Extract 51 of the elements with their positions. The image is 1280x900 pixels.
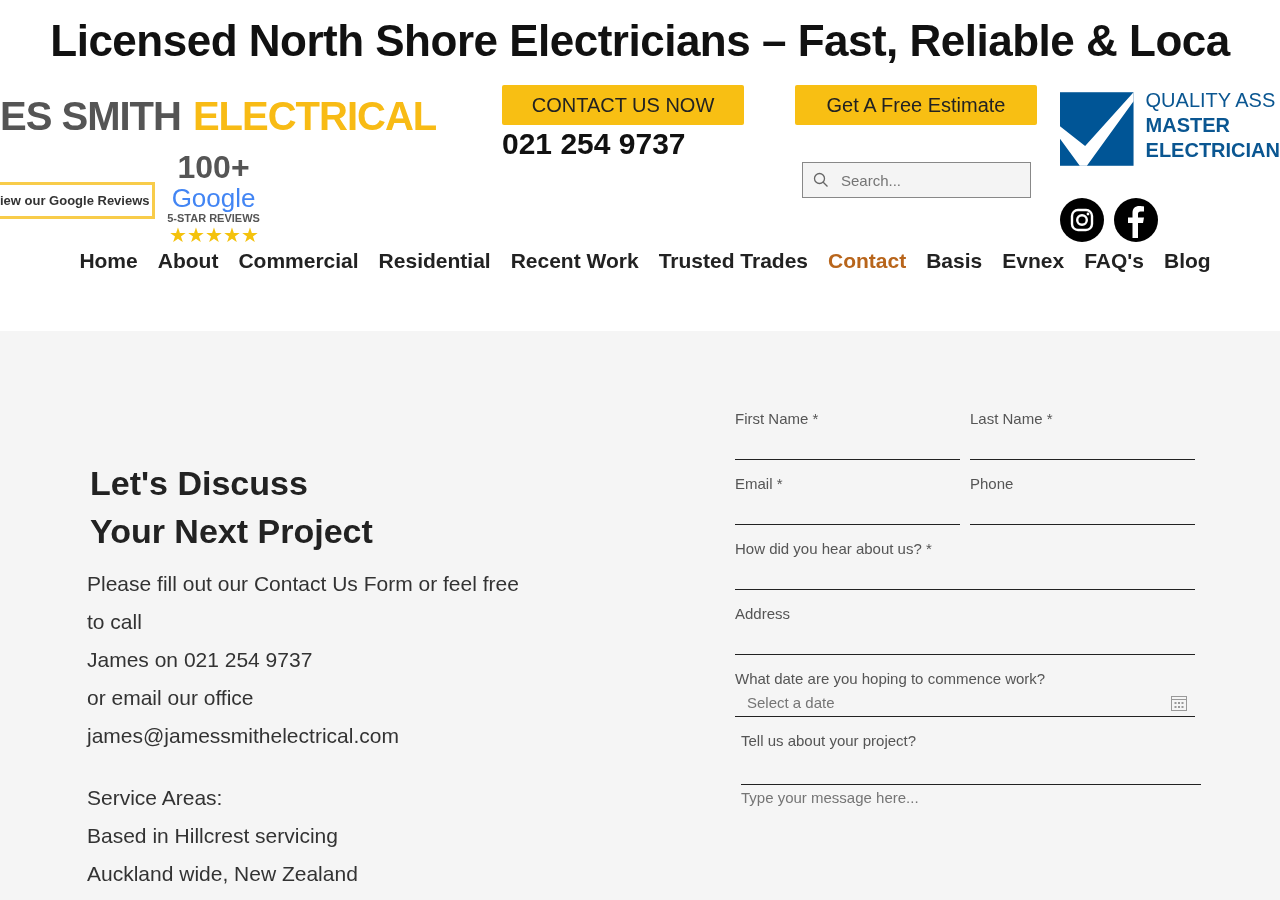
star-icon: ★ [168, 224, 187, 246]
nav-link[interactable]: Trusted Trades [658, 249, 809, 273]
instagram-icon[interactable] [1060, 198, 1104, 242]
field-label: Phone [970, 474, 1015, 494]
contact-text: james@jamessmithelectrical.com [87, 723, 400, 749]
nav-link[interactable]: FAQ's [1084, 249, 1144, 273]
nav-link[interactable]: Evnex [1002, 249, 1065, 273]
field-label: Tell us about your project? [741, 731, 918, 751]
nav-link[interactable]: Contact [828, 249, 907, 273]
nav-link[interactable]: Residential [378, 249, 491, 273]
contact-text: James on 021 254 9737 [87, 647, 314, 673]
nav-link[interactable]: Commercial [238, 249, 359, 273]
nav-link[interactable]: Recent Work [510, 249, 639, 273]
search-field[interactable]: Search... [802, 162, 1031, 198]
service-area-text: Service Areas: [87, 785, 224, 811]
service-area-text: Based in Hillcrest servicing [87, 823, 339, 849]
contact-text: Please fill out our Contact Us Form or feel free to call [87, 571, 520, 635]
star-icon: ★ [222, 224, 241, 246]
field-label: How did you hear about us? * [735, 539, 933, 559]
google-reviews-button[interactable]: iew our Google Reviews [0, 182, 155, 219]
star-icon: ★ [186, 224, 205, 246]
facebook-icon[interactable] [1114, 198, 1158, 242]
badge-text: MASTER [1145, 113, 1231, 138]
star-icon: ★ [204, 224, 223, 246]
field-label: Last Name * [970, 409, 1054, 429]
contact-us-button[interactable]: CONTACT US NOW [502, 85, 744, 125]
calendar-icon [1171, 695, 1187, 711]
review-caption: 5-STAR REVIEWS [167, 212, 260, 224]
contact-text: or email our office [87, 685, 255, 711]
nav-link[interactable]: Basis [926, 249, 983, 273]
page-headline: Licensed North Shore Electricians – Fast, Reliable & Loca [49, 15, 1232, 67]
date-field[interactable]: Select a date [735, 689, 1195, 717]
review-count: 100+ [177, 150, 250, 184]
field-label: Address [735, 604, 792, 624]
field-label: First Name * [735, 409, 820, 429]
badge-text: QUALITY ASS [1145, 88, 1277, 113]
service-area-text: Auckland wide, New Zealand [87, 861, 359, 887]
field-label: Email * [735, 474, 784, 494]
company-logo: ES SMITH ELECTRICAL [0, 93, 438, 140]
field-label: What date are you hoping to commence work? [735, 669, 1047, 689]
google-wordmark: Google [171, 184, 256, 212]
badge-text: ELECTRICIAN [1145, 138, 1280, 163]
section-heading: Your Next Project [90, 511, 374, 552]
section-heading: Let's Discuss [90, 463, 309, 504]
star-icon: ★ [240, 224, 259, 246]
nav-link[interactable]: Home [79, 249, 138, 273]
phone-number: 021 254 9737 [502, 127, 687, 161]
free-estimate-button[interactable]: Get A Free Estimate [795, 85, 1037, 125]
message-field[interactable]: Type your message here... [741, 784, 1201, 853]
nav-link[interactable]: About [157, 249, 219, 273]
nav-link[interactable]: Blog [1163, 249, 1211, 273]
